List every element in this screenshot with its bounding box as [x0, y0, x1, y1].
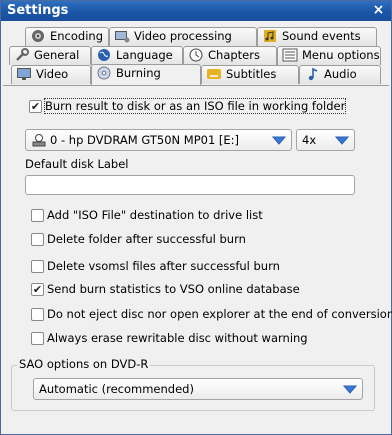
- video-processing-icon: [115, 31, 130, 43]
- drive-value: 0 - hp DVDRAM GT50N MP01 [E:]: [50, 133, 240, 147]
- tab-label: Audio: [324, 67, 357, 81]
- tab-label: Burning: [116, 66, 161, 80]
- encoding-icon: [32, 30, 44, 42]
- title-bar: Settings ×: [1, 1, 391, 21]
- tab-label: Sound events: [282, 29, 361, 43]
- chevron-down-icon: [272, 136, 286, 145]
- disc-icon: [97, 66, 111, 80]
- always-erase-label: Always erase rewritable disc without war…: [47, 331, 308, 345]
- add-iso-destination-label: Add "ISO File" destination to drive list: [47, 208, 263, 222]
- globe-icon: [98, 49, 110, 61]
- burning-panel: ✔ Burn result to disk or as an ISO file …: [3, 85, 392, 433]
- menu-options-icon: [282, 48, 298, 62]
- tab-label: General: [34, 48, 80, 62]
- music-note-icon: [308, 67, 318, 81]
- tab-sound-events[interactable]: Sound events: [257, 27, 377, 46]
- monitor-icon: [17, 68, 31, 80]
- tab-video[interactable]: Video: [11, 65, 91, 84]
- burn-result-checkbox[interactable]: ✔: [29, 100, 42, 113]
- tab-burning[interactable]: Burning: [91, 64, 201, 85]
- tab-label: Video processing: [134, 29, 232, 43]
- drive-select[interactable]: 0 - hp DVDRAM GT50N MP01 [E:]: [25, 129, 292, 151]
- subtitles-icon: [207, 69, 221, 79]
- send-statistics-label: Send burn statistics to VSO online datab…: [47, 282, 300, 296]
- sound-events-icon: [264, 30, 276, 42]
- sao-options-title: SAO options on DVD-R: [17, 357, 151, 371]
- burn-result-label: Burn result to disk or as an ISO file in…: [43, 98, 347, 114]
- sao-select[interactable]: Automatic (recommended): [33, 378, 363, 400]
- tab-audio[interactable]: Audio: [299, 65, 381, 84]
- tab-language[interactable]: Language: [91, 46, 183, 65]
- tab-row-1: Encoding Video processing Sound events: [1, 27, 391, 46]
- disk-label-input[interactable]: [25, 175, 355, 195]
- delete-vsomsl-checkbox[interactable]: [31, 260, 44, 273]
- speed-value: 4x: [302, 133, 317, 147]
- tab-label: Language: [116, 48, 173, 62]
- tab-label: Video: [36, 67, 69, 81]
- disk-label-caption: Default disk Label: [25, 157, 129, 171]
- tab-subtitles[interactable]: Subtitles: [201, 65, 299, 84]
- wrench-icon: [16, 48, 29, 61]
- always-erase-checkbox[interactable]: [31, 332, 44, 345]
- sao-value: Automatic (recommended): [39, 382, 194, 396]
- tab-label: Subtitles: [226, 67, 277, 81]
- tab-row-3: Video Burning Subtitles Audio: [1, 64, 391, 85]
- tab-row-2: General Language Chapters Menu options: [1, 46, 391, 65]
- window-title: Settings: [7, 3, 69, 18]
- settings-window: Settings × Encoding Video processing Sou…: [0, 0, 392, 435]
- drive-icon: [32, 134, 46, 147]
- tab-chapters[interactable]: Chapters: [183, 46, 277, 65]
- chevron-down-icon: [335, 136, 349, 145]
- close-button[interactable]: ×: [370, 2, 387, 19]
- tab-video-processing[interactable]: Video processing: [109, 27, 257, 46]
- clock-icon: [189, 48, 203, 62]
- delete-folder-checkbox[interactable]: [31, 233, 44, 246]
- tab-general[interactable]: General: [9, 46, 91, 65]
- speed-select[interactable]: 4x: [296, 129, 355, 151]
- tab-menu-options[interactable]: Menu options: [277, 46, 381, 65]
- add-iso-destination-checkbox[interactable]: [31, 209, 44, 222]
- delete-vsomsl-label: Delete vsomsl files after successful bur…: [47, 259, 280, 273]
- no-eject-label: Do not eject disc nor open explorer at t…: [47, 307, 392, 321]
- no-eject-checkbox[interactable]: [31, 308, 44, 321]
- send-statistics-checkbox[interactable]: ✔: [31, 283, 44, 296]
- tab-label: Chapters: [208, 48, 260, 62]
- chevron-down-icon: [343, 385, 357, 394]
- tab-label: Menu options: [302, 48, 380, 62]
- tab-encoding[interactable]: Encoding: [25, 27, 109, 46]
- tab-label: Encoding: [50, 29, 103, 43]
- delete-folder-label: Delete folder after successful burn: [47, 232, 246, 246]
